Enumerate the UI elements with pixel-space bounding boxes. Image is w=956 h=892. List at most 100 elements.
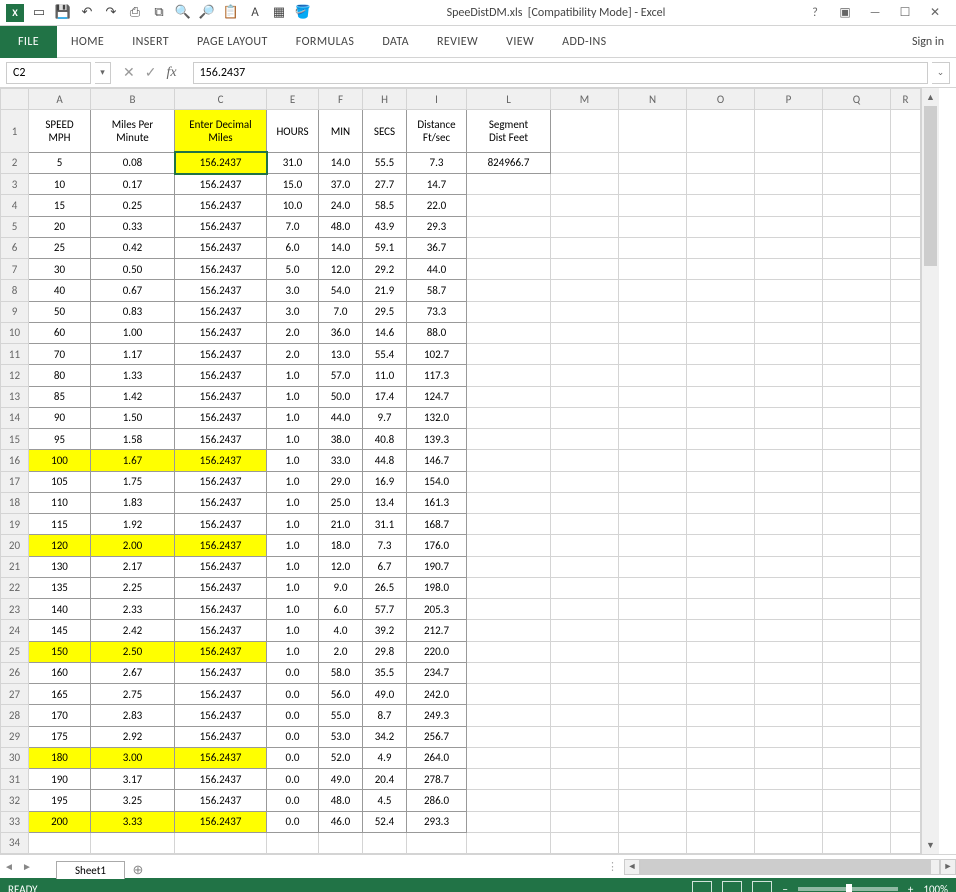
cell-B15[interactable]: 1.58 <box>91 429 175 450</box>
cell-M3[interactable] <box>551 174 619 195</box>
cell-E29[interactable]: 0.0 <box>267 726 319 747</box>
cell-I8[interactable]: 58.7 <box>407 280 467 301</box>
cell-Q19[interactable] <box>823 514 891 535</box>
col-header-R[interactable]: R <box>891 89 921 110</box>
cell-N2[interactable] <box>619 152 687 173</box>
cell-E5[interactable]: 7.0 <box>267 216 319 237</box>
cell-C33[interactable]: 156.2437 <box>175 811 267 832</box>
cell-A29[interactable]: 175 <box>29 726 91 747</box>
sheet-nav-next-icon[interactable]: ► <box>18 860 36 873</box>
cell-C20[interactable]: 156.2437 <box>175 535 267 556</box>
cell-O34[interactable] <box>687 832 755 853</box>
cell-E7[interactable]: 5.0 <box>267 259 319 280</box>
cell-C29[interactable]: 156.2437 <box>175 726 267 747</box>
cell-I10[interactable]: 88.0 <box>407 322 467 343</box>
row-header-16[interactable]: 16 <box>1 450 29 471</box>
cell-C30[interactable]: 156.2437 <box>175 747 267 768</box>
maximize-icon[interactable]: ☐ <box>894 4 916 22</box>
cell-Q18[interactable] <box>823 492 891 513</box>
cell-P8[interactable] <box>755 280 823 301</box>
view-page-icon[interactable] <box>722 881 742 892</box>
cell-R23[interactable] <box>891 599 921 620</box>
col-header-C[interactable]: C <box>175 89 267 110</box>
cell-N33[interactable] <box>619 811 687 832</box>
paste-icon[interactable]: 📋 <box>222 4 240 22</box>
cell-L12[interactable] <box>467 365 551 386</box>
view-break-icon[interactable] <box>752 881 772 892</box>
cell-E11[interactable]: 2.0 <box>267 344 319 365</box>
cell-R2[interactable] <box>891 152 921 173</box>
row-header-7[interactable]: 7 <box>1 259 29 280</box>
cell-I32[interactable]: 286.0 <box>407 790 467 811</box>
scroll-left-icon[interactable]: ◄ <box>624 859 640 875</box>
cell-H32[interactable]: 4.5 <box>363 790 407 811</box>
zoom-in-icon[interactable]: + <box>908 883 913 892</box>
cell-M14[interactable] <box>551 407 619 428</box>
cell-Q22[interactable] <box>823 577 891 598</box>
cell-B34[interactable] <box>91 832 175 853</box>
cell-Q12[interactable] <box>823 365 891 386</box>
cell-Q4[interactable] <box>823 195 891 216</box>
cell-P15[interactable] <box>755 429 823 450</box>
cell-N3[interactable] <box>619 174 687 195</box>
cell-I3[interactable]: 14.7 <box>407 174 467 195</box>
cell-B16[interactable]: 1.67 <box>91 450 175 471</box>
cell-F14[interactable]: 44.0 <box>319 407 363 428</box>
cell-B29[interactable]: 2.92 <box>91 726 175 747</box>
cell-P6[interactable] <box>755 237 823 258</box>
cell-O19[interactable] <box>687 514 755 535</box>
cell-C18[interactable]: 156.2437 <box>175 492 267 513</box>
cell-H24[interactable]: 39.2 <box>363 620 407 641</box>
print-icon[interactable]: ⎙ <box>126 4 144 22</box>
cell-C10[interactable]: 156.2437 <box>175 322 267 343</box>
cell-P10[interactable] <box>755 322 823 343</box>
cell-M25[interactable] <box>551 641 619 662</box>
cell-L4[interactable] <box>467 195 551 216</box>
cell-Q29[interactable] <box>823 726 891 747</box>
cell-N31[interactable] <box>619 769 687 790</box>
col-header-M[interactable]: M <box>551 89 619 110</box>
cell-P14[interactable] <box>755 407 823 428</box>
row-header-4[interactable]: 4 <box>1 195 29 216</box>
cell-R12[interactable] <box>891 365 921 386</box>
cell-A3[interactable]: 10 <box>29 174 91 195</box>
cell-F23[interactable]: 6.0 <box>319 599 363 620</box>
zoom-level[interactable]: 100% <box>923 883 948 892</box>
cell-P5[interactable] <box>755 216 823 237</box>
cell-F21[interactable]: 12.0 <box>319 556 363 577</box>
cell-Q1[interactable] <box>823 110 891 153</box>
cell-L18[interactable] <box>467 492 551 513</box>
row-header-11[interactable]: 11 <box>1 344 29 365</box>
cell-I29[interactable]: 256.7 <box>407 726 467 747</box>
row-header-14[interactable]: 14 <box>1 407 29 428</box>
cell-B13[interactable]: 1.42 <box>91 386 175 407</box>
cell-E33[interactable]: 0.0 <box>267 811 319 832</box>
cell-I22[interactable]: 198.0 <box>407 577 467 598</box>
cell-A17[interactable]: 105 <box>29 471 91 492</box>
cell-P16[interactable] <box>755 450 823 471</box>
cell-R25[interactable] <box>891 641 921 662</box>
cell-M5[interactable] <box>551 216 619 237</box>
cell-F30[interactable]: 52.0 <box>319 747 363 768</box>
cell-I1[interactable]: DistanceFt/sec <box>407 110 467 153</box>
row-header-24[interactable]: 24 <box>1 620 29 641</box>
cell-P2[interactable] <box>755 152 823 173</box>
cell-A21[interactable]: 130 <box>29 556 91 577</box>
cell-R17[interactable] <box>891 471 921 492</box>
cell-P9[interactable] <box>755 301 823 322</box>
cell-L6[interactable] <box>467 237 551 258</box>
cell-A9[interactable]: 50 <box>29 301 91 322</box>
row-header-17[interactable]: 17 <box>1 471 29 492</box>
sheet-tab-sheet1[interactable]: Sheet1 <box>56 861 125 879</box>
cell-Q9[interactable] <box>823 301 891 322</box>
cell-B19[interactable]: 1.92 <box>91 514 175 535</box>
cell-F6[interactable]: 14.0 <box>319 237 363 258</box>
cell-R9[interactable] <box>891 301 921 322</box>
cell-E1[interactable]: HOURS <box>267 110 319 153</box>
hscroll-track[interactable] <box>640 859 940 875</box>
cell-C6[interactable]: 156.2437 <box>175 237 267 258</box>
tab-view[interactable]: VIEW <box>492 26 548 58</box>
cell-F15[interactable]: 38.0 <box>319 429 363 450</box>
cell-H2[interactable]: 55.5 <box>363 152 407 173</box>
minimize-icon[interactable]: — <box>864 4 886 22</box>
